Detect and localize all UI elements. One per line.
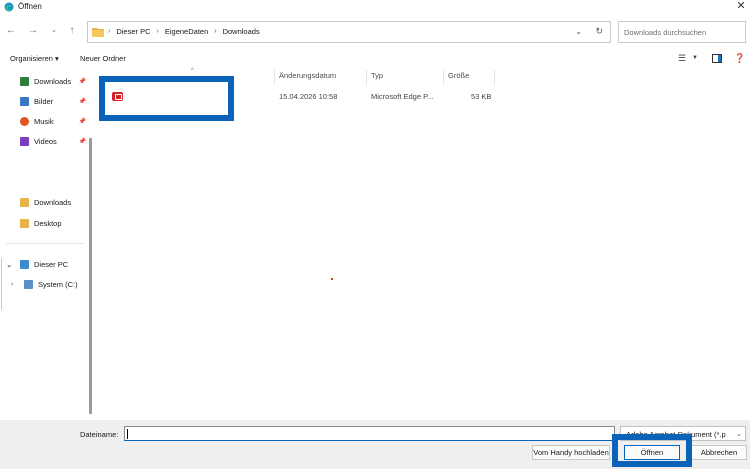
music-icon <box>20 116 29 126</box>
sidebar-item-label: Musik <box>34 116 54 126</box>
sidebar-item-dieser-pc[interactable]: Dieser PC <box>20 256 86 272</box>
window-title: Öffnen <box>18 2 42 11</box>
chevron-right-icon[interactable]: › <box>11 276 21 292</box>
sidebar-item-label: Dieser PC <box>34 259 69 269</box>
divider <box>1 258 2 310</box>
breadcrumb-item-dieser-pc[interactable]: Dieser PC <box>116 27 150 36</box>
file-size: 53 KB <box>471 92 492 101</box>
pin-icon: 📌 <box>78 118 86 125</box>
cursor-dot <box>331 278 333 280</box>
file-type: Microsoft Edge P... <box>371 92 434 101</box>
divider <box>6 243 84 244</box>
chevron-right-icon: › <box>108 28 111 35</box>
navigation-pane: Downloads 📌 Bilder 📌 Musik 📌 Videos 📌 Do… <box>0 68 98 420</box>
filename-label: Dateiname: <box>80 430 119 439</box>
column-header-type[interactable]: Typ <box>371 71 383 85</box>
search-box[interactable] <box>618 21 746 43</box>
sidebar-item-label: Downloads <box>34 197 72 207</box>
sidebar-item-label: Desktop <box>34 218 62 228</box>
sidebar-item-label: System (C:) <box>38 279 78 289</box>
highlight-box-open-button <box>612 434 692 467</box>
drive-icon <box>24 279 33 289</box>
chevron-down-icon[interactable]: ⌄ <box>6 256 16 272</box>
edge-icon <box>4 2 14 12</box>
pin-icon: 📌 <box>78 78 86 85</box>
download-icon <box>20 76 29 86</box>
refresh-icon[interactable]: ↻ <box>595 26 603 37</box>
sidebar-scrollbar[interactable] <box>89 138 92 414</box>
title-bar: Öffnen ✕ <box>0 0 750 14</box>
folder-icon <box>92 28 104 37</box>
chevron-right-icon: › <box>156 28 159 35</box>
sidebar-item-system-drive[interactable]: System (C:) <box>24 276 86 292</box>
sidebar-item-desktop[interactable]: Desktop <box>20 215 86 231</box>
breadcrumb-item-eigenedaten[interactable]: EigeneDaten <box>165 27 208 36</box>
pin-icon: 📌 <box>78 138 86 145</box>
organize-button[interactable]: Organisieren ▾ <box>10 54 59 63</box>
up-arrow-icon[interactable]: ↑ <box>65 23 79 39</box>
forward-arrow-icon[interactable]: → <box>26 23 40 39</box>
pictures-icon <box>20 96 29 106</box>
new-folder-button[interactable]: Neuer Ordner <box>80 54 126 63</box>
sidebar-item-label: Videos <box>34 136 57 146</box>
breadcrumb-item-downloads[interactable]: Downloads <box>223 27 260 36</box>
close-icon[interactable]: ✕ <box>735 0 747 12</box>
search-input[interactable] <box>619 22 745 42</box>
column-separator[interactable] <box>366 70 367 85</box>
column-header-size[interactable]: Größe <box>448 71 469 85</box>
sidebar-item-videos[interactable]: Videos 📌 <box>20 133 86 149</box>
navigation-bar: ← → ⌄ ↑ › Dieser PC › EigeneDaten › Down… <box>0 19 750 45</box>
view-options-icon[interactable]: ☰ <box>678 53 686 64</box>
column-separator[interactable] <box>274 70 275 85</box>
back-arrow-icon[interactable]: ← <box>4 23 18 39</box>
upload-from-phone-button[interactable]: Vom Handy hochladen <box>532 445 610 460</box>
help-icon[interactable]: ❓ <box>734 53 745 64</box>
videos-icon <box>20 136 29 146</box>
sidebar-item-downloads[interactable]: Downloads 📌 <box>20 73 86 89</box>
file-date: 15.04.2026 10:58 <box>279 92 338 101</box>
pin-icon: 📌 <box>78 98 86 105</box>
chevron-right-icon: › <box>214 28 217 35</box>
address-dropdown-icon[interactable]: ⌄ <box>575 27 582 36</box>
filename-input[interactable] <box>124 426 615 441</box>
toolbar: Organisieren ▾ Neuer Ordner ☰ ▼ ❓ <box>0 51 750 68</box>
folder-icon <box>20 218 29 228</box>
chevron-down-icon[interactable]: ▼ <box>692 55 698 61</box>
sidebar-item-downloads-folder[interactable]: Downloads <box>20 194 86 210</box>
text-caret <box>127 429 128 439</box>
sidebar-item-musik[interactable]: Musik 📌 <box>20 113 86 129</box>
chevron-down-icon[interactable]: ⌄ <box>47 23 61 39</box>
highlight-box-file <box>99 76 234 121</box>
chevron-down-icon: ⌄ <box>734 430 742 438</box>
sort-arrow-icon: ^ <box>191 68 194 74</box>
address-bar[interactable]: › Dieser PC › EigeneDaten › Downloads ⌄ … <box>87 21 611 43</box>
column-header-date[interactable]: Änderungsdatum <box>279 71 336 85</box>
sidebar-item-bilder[interactable]: Bilder 📌 <box>20 93 86 109</box>
column-separator[interactable] <box>494 70 495 85</box>
sidebar-item-label: Downloads <box>34 76 72 86</box>
column-separator[interactable] <box>443 70 444 85</box>
folder-icon <box>20 197 29 207</box>
preview-pane-icon[interactable] <box>712 54 722 63</box>
cancel-button[interactable]: Abbrechen <box>691 445 747 460</box>
sidebar-item-label: Bilder <box>34 96 54 106</box>
breadcrumb: › Dieser PC › EigeneDaten › Downloads <box>108 27 260 36</box>
monitor-icon <box>20 259 29 269</box>
